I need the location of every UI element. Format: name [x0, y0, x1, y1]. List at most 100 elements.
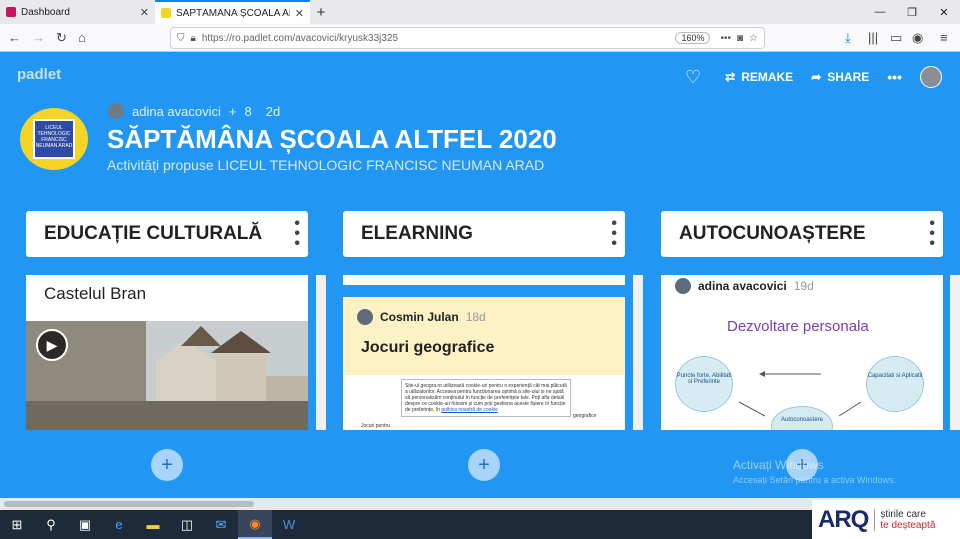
- contributors-count: 8: [244, 103, 252, 119]
- dashboard-favicon-icon: [6, 7, 16, 17]
- share-button[interactable]: ➦ SHARE: [811, 70, 869, 84]
- column-header-educatie: EDUCAȚIE CULTURALĂ • • •: [26, 211, 308, 257]
- column-title: EDUCAȚIE CULTURALĂ: [44, 223, 263, 244]
- author-avatar: [108, 103, 124, 119]
- column-menu-icon[interactable]: • • •: [294, 216, 300, 252]
- post-card-previous[interactable]: [343, 275, 625, 285]
- page-subtitle: Activități propuse LICEUL TEHNOLOGIC FRA…: [107, 157, 545, 173]
- remake-button[interactable]: ⇄ REMAKE: [725, 70, 793, 84]
- mail-icon[interactable]: ✉: [204, 510, 238, 539]
- restore-icon[interactable]: ❐: [896, 0, 928, 24]
- sidebar-icon[interactable]: ▭: [890, 30, 902, 46]
- card-age: 18d: [465, 310, 486, 324]
- heart-icon[interactable]: ♡: [685, 67, 701, 88]
- tab-padlet[interactable]: SĂPTĂMÂNA ȘCOALA ALTFEL ✕: [155, 0, 310, 24]
- column-title: ELEARNING: [361, 223, 473, 244]
- column-menu-icon[interactable]: • • •: [929, 216, 935, 252]
- header-actions: ♡ ⇄ REMAKE ➦ SHARE •••: [685, 62, 960, 92]
- close-tab-icon[interactable]: ✕: [295, 7, 304, 20]
- more-options-icon[interactable]: •••: [887, 69, 902, 85]
- castle-video-thumbnail[interactable]: ▶: [26, 321, 308, 430]
- castle-image: [26, 321, 308, 430]
- share-label: SHARE: [827, 70, 870, 84]
- author-name: adina avacovici: [698, 279, 787, 293]
- window-controls: — ❐ ✕: [864, 0, 960, 24]
- post-card-jocuri[interactable]: Cosmin Julan 18d Jocuri geografice Site-…: [343, 297, 625, 430]
- back-icon[interactable]: ←: [8, 30, 21, 45]
- diagram-arrows: [738, 371, 862, 417]
- play-icon[interactable]: ▶: [36, 329, 68, 361]
- padlet-favicon-icon: [161, 8, 171, 18]
- close-tab-icon[interactable]: ✕: [140, 6, 149, 19]
- author-name: Cosmin Julan: [380, 310, 459, 324]
- bookmark-star-icon[interactable]: ☆: [749, 33, 758, 44]
- windows-activation-title: Activați Windows: [733, 458, 824, 472]
- download-icon[interactable]: ⤓: [845, 30, 851, 46]
- school-logo-text: LICEUL TEHNOLOGIC FRANCISC NEUMAN ARAD: [33, 119, 75, 159]
- search-icon[interactable]: ⚲: [34, 510, 68, 539]
- cookie-notice: Site-ul geogra.ro utilizează cookie-uri …: [401, 379, 571, 417]
- post-card-castelul[interactable]: Castelul Bran ▶: [26, 275, 308, 430]
- edge-icon[interactable]: e: [102, 510, 136, 539]
- padlet-meta: adina avacovici + 8 2d: [108, 103, 280, 119]
- library-icon[interactable]: |||: [868, 30, 878, 45]
- column-title: AUTOCUNOAȘTERE: [679, 223, 866, 244]
- user-avatar[interactable]: [920, 66, 942, 88]
- card-author: Cosmin Julan 18d: [343, 297, 625, 325]
- share-icon: ➦: [811, 70, 822, 84]
- add-post-button[interactable]: +: [151, 449, 183, 481]
- new-tab-button[interactable]: +: [310, 4, 332, 21]
- post-card-dezvoltare[interactable]: adina avacovici 19d Dezvoltare personala…: [661, 275, 943, 430]
- firefox-icon[interactable]: ◉: [238, 510, 272, 539]
- link-preview[interactable]: Site-ul geogra.ro utilizează cookie-uri …: [343, 375, 625, 430]
- card-title: Jocuri geografice: [361, 339, 495, 356]
- column-menu-icon[interactable]: • • •: [611, 216, 617, 252]
- column-scrollbar[interactable]: [316, 275, 326, 430]
- padlet-age: 2d: [265, 103, 281, 119]
- home-icon[interactable]: ⌂: [78, 30, 86, 45]
- scrollbar-thumb[interactable]: [4, 501, 254, 507]
- author-avatar: [357, 309, 373, 325]
- task-view-icon[interactable]: ▣: [68, 510, 102, 539]
- diagram: Dezvoltare personala Puncte forte, Abili…: [661, 294, 943, 430]
- zoom-level[interactable]: 160%: [675, 32, 711, 44]
- column-scrollbar[interactable]: [950, 275, 960, 430]
- cookie-link[interactable]: politica noastră de cookie: [441, 407, 497, 413]
- tab-dashboard[interactable]: Dashboard ✕: [0, 0, 155, 24]
- column-scrollbar[interactable]: [633, 275, 643, 430]
- close-window-icon[interactable]: ✕: [928, 0, 960, 24]
- padlet-logo[interactable]: padlet: [17, 66, 61, 83]
- author-avatar: [675, 278, 691, 294]
- page-title: SĂPTĂMÂNA ȘCOALA ALTFEL 2020: [107, 124, 557, 154]
- card-title: Castelul Bran: [44, 284, 147, 303]
- arq-watermark-logo: ARQ știrile care te deșteaptă: [812, 500, 960, 539]
- add-post-button[interactable]: +: [468, 449, 500, 481]
- contributors-icon: +: [228, 103, 237, 119]
- lock-icon[interactable]: 🔒︎: [191, 33, 196, 44]
- forward-icon[interactable]: →: [32, 30, 45, 45]
- shield-icon[interactable]: ⛉: [177, 33, 185, 44]
- word-icon[interactable]: W: [272, 510, 306, 539]
- remake-label: REMAKE: [741, 70, 794, 84]
- page-actions-icon[interactable]: •••: [720, 33, 731, 44]
- snippet-left: Jocuri pentru: [361, 423, 390, 429]
- account-icon[interactable]: ◉: [912, 30, 923, 46]
- windows-start-icon[interactable]: ⊞: [0, 510, 34, 539]
- arq-tagline-2: te deșteaptă: [880, 519, 936, 531]
- pocket-icon[interactable]: ◙: [737, 33, 743, 44]
- menu-icon[interactable]: ≡: [940, 30, 948, 45]
- address-bar[interactable]: ⛉ 🔒︎ https://ro.padlet.com/avacovici/kry…: [170, 27, 765, 49]
- arq-brand: ARQ: [818, 505, 869, 533]
- store-icon[interactable]: ◫: [170, 510, 204, 539]
- file-explorer-icon[interactable]: ▬: [136, 510, 170, 539]
- column-header-autocunoastere: AUTOCUNOAȘTERE • • •: [661, 211, 943, 257]
- windows-activation-text: Accesați Setări pentru a activa Windows.: [733, 475, 897, 485]
- reload-icon[interactable]: ↻: [56, 30, 67, 46]
- url-text[interactable]: https://ro.padlet.com/avacovici/kryusk33…: [202, 33, 670, 44]
- browser-nav-bar: ← → ↻ ⌂ ⛉ 🔒︎ https://ro.padlet.com/avaco…: [0, 24, 960, 52]
- author-name[interactable]: adina avacovici: [132, 104, 221, 119]
- arq-tagline-1: știrile care: [880, 508, 926, 520]
- minimize-icon[interactable]: —: [864, 0, 896, 24]
- card-age: 19d: [793, 279, 814, 293]
- arq-tagline: știrile care te deșteaptă: [874, 508, 936, 531]
